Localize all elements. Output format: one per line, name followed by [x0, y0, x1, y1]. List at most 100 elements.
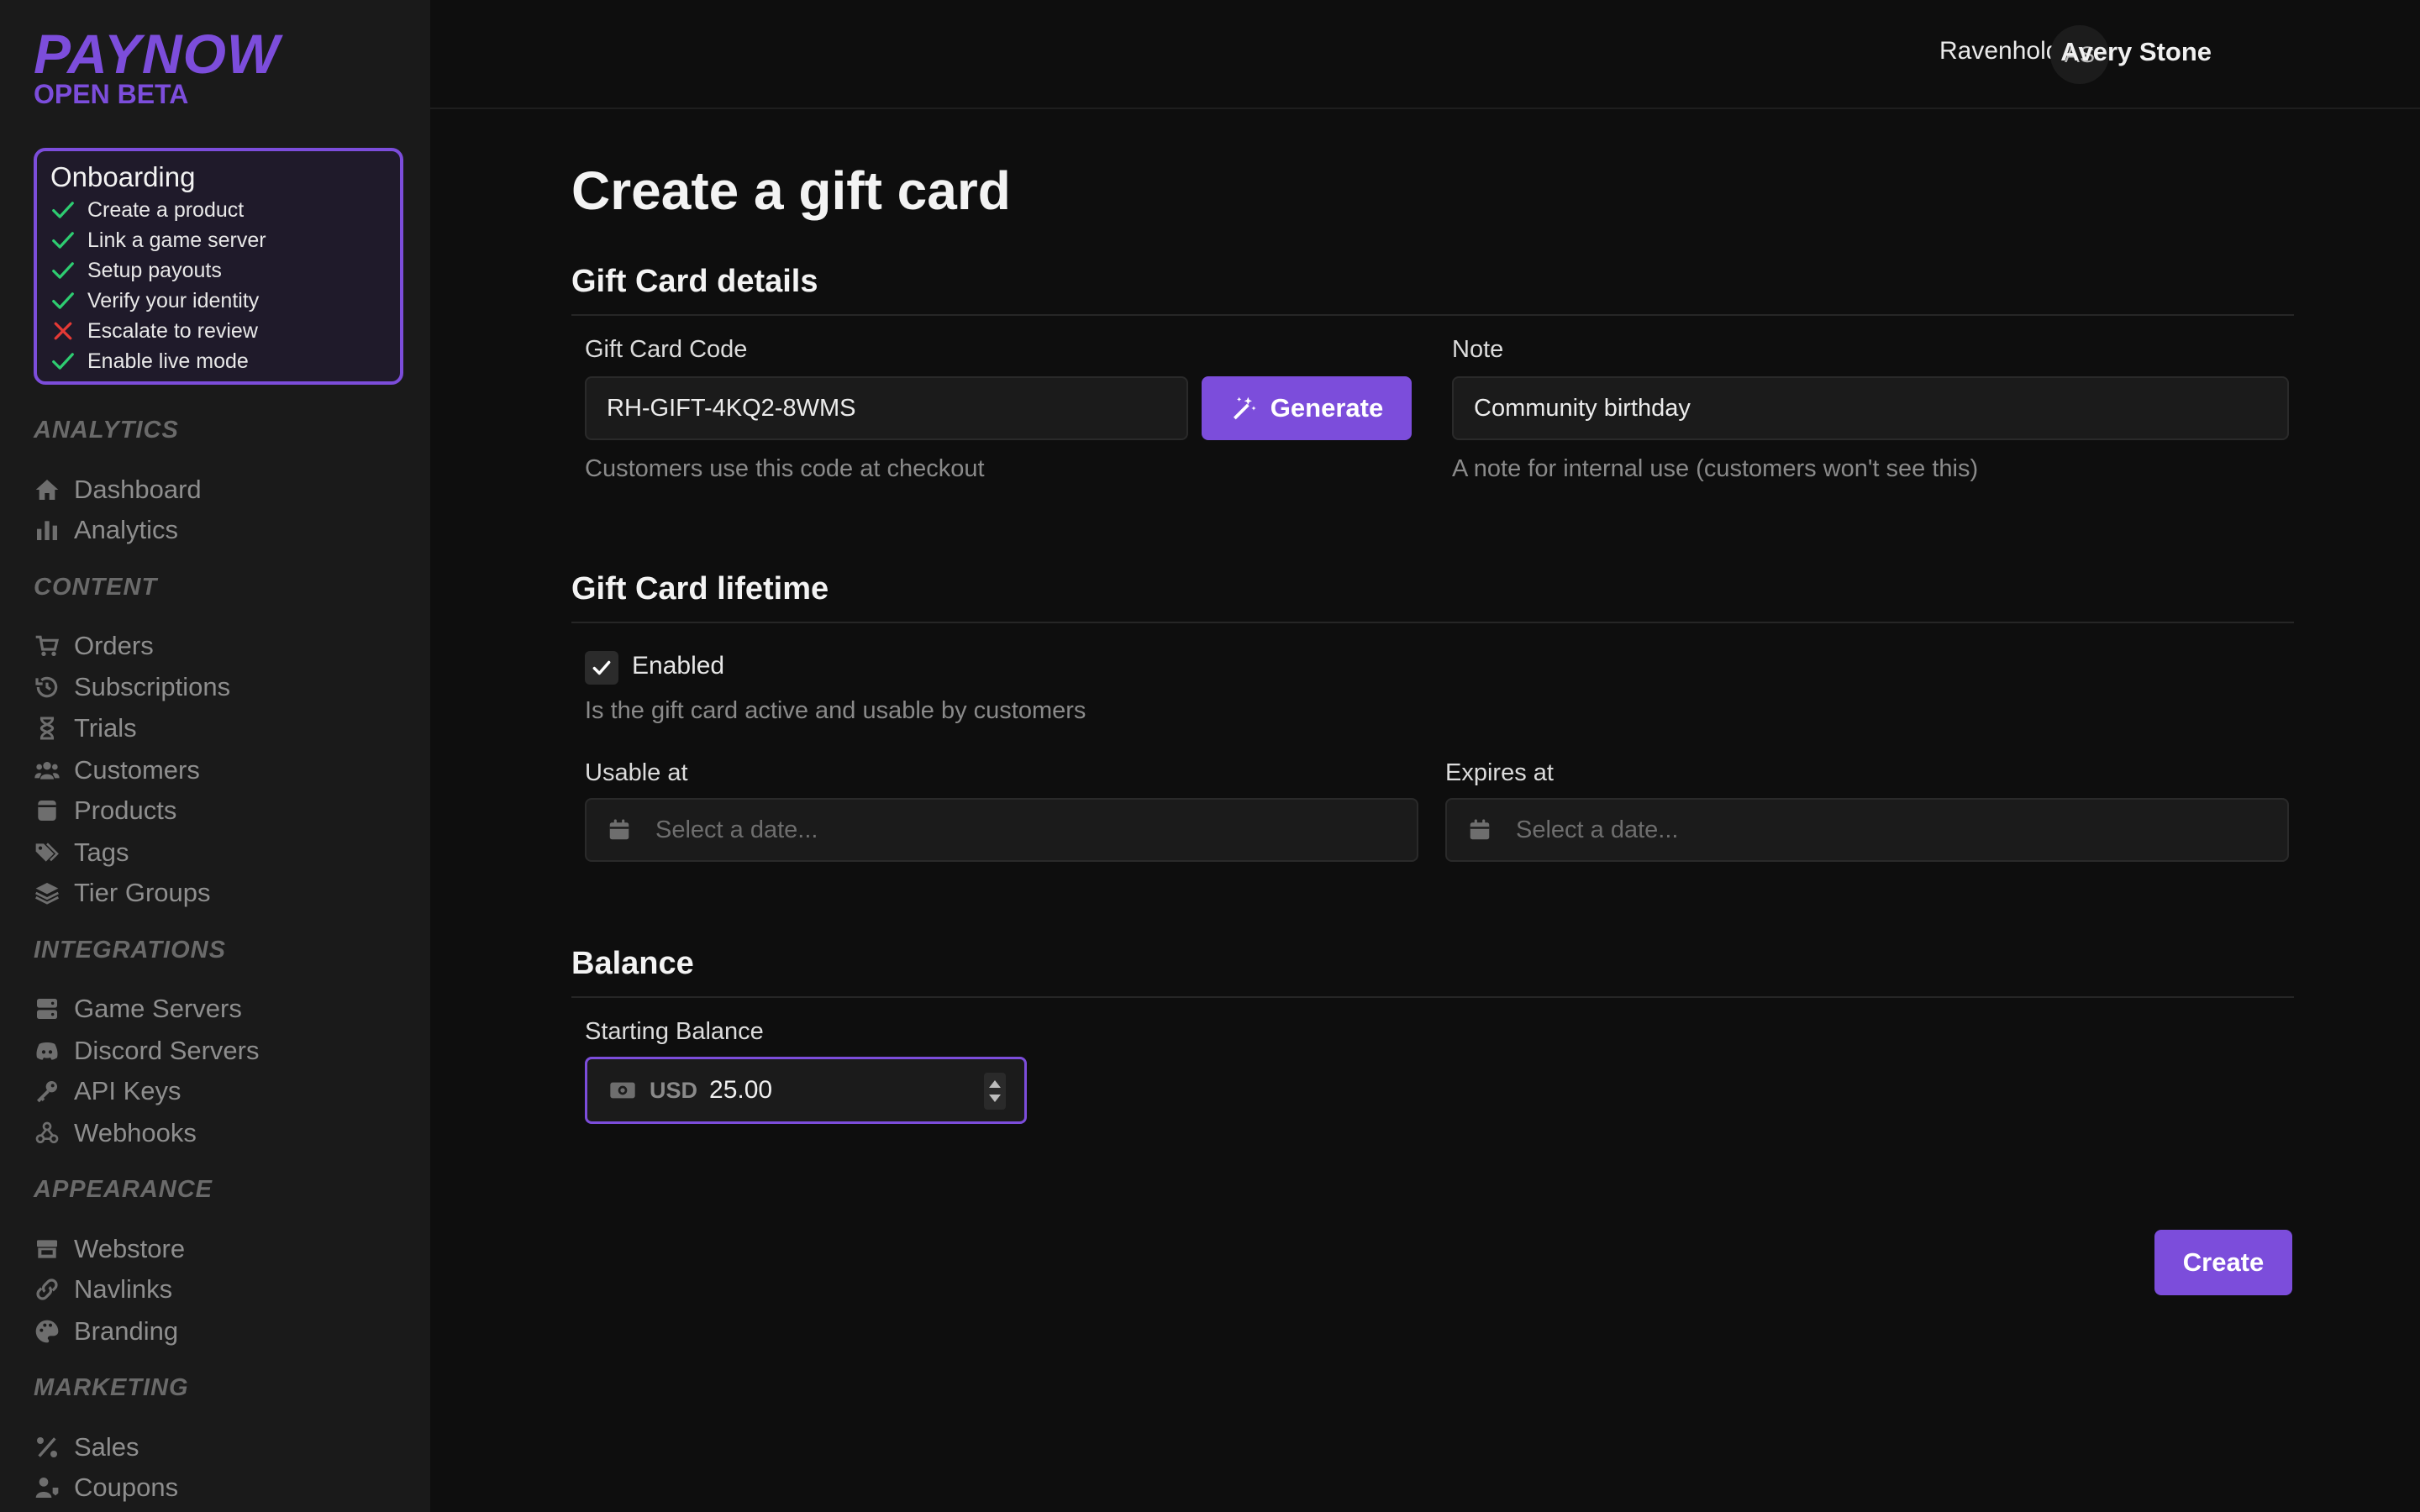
- sidebar-item-subscriptions[interactable]: Subscriptions: [34, 670, 230, 704]
- enabled-checkbox[interactable]: [585, 651, 618, 685]
- note-input[interactable]: Community birthday: [1452, 376, 2289, 440]
- cross-icon: [54, 322, 72, 340]
- box-icon: [38, 801, 56, 821]
- sidebar-item-label: Analytics: [74, 515, 179, 544]
- checkmark-icon: [592, 660, 611, 675]
- link-icon: [36, 1278, 58, 1300]
- layers-icon: [35, 883, 59, 905]
- generate-button-label: Generate: [1270, 393, 1384, 423]
- currency-code: USD: [650, 1077, 698, 1103]
- sidebar-item-label: Subscriptions: [74, 672, 231, 701]
- nav-section-integrations: INTEGRATIONS: [34, 937, 226, 963]
- sidebar-item-label: Products: [74, 795, 177, 825]
- onboarding-item-escalate-review[interactable]: Escalate to review: [50, 316, 387, 346]
- onboarding-item-verify-identity[interactable]: Verify your identity: [50, 286, 387, 316]
- sidebar-item-label: Coupons: [74, 1473, 179, 1502]
- bar-chart-icon: [37, 521, 57, 540]
- onboarding-item-label: Enable live mode: [87, 349, 249, 373]
- usable-at-placeholder: Select a date...: [655, 816, 818, 843]
- onboarding-item-label: Setup payouts: [87, 258, 222, 282]
- expires-at-placeholder: Select a date...: [1516, 816, 1679, 843]
- gift-card-code-input[interactable]: RH-GIFT-4KQ2-8WMS: [585, 376, 1188, 440]
- onboarding-item-link-server[interactable]: Link a game server: [50, 225, 387, 255]
- sidebar-item-webstore[interactable]: Webstore: [34, 1232, 185, 1266]
- store-icon: [37, 1240, 57, 1258]
- note-help: A note for internal use (customers won't…: [1452, 455, 1979, 482]
- percent-icon: [37, 1437, 57, 1457]
- sidebar-item-coupons[interactable]: Coupons: [34, 1471, 178, 1504]
- sidebar-item-analytics[interactable]: Analytics: [34, 513, 178, 547]
- section-title-balance: Balance: [571, 946, 694, 981]
- onboarding-item-label: Verify your identity: [87, 288, 260, 312]
- section-title-details: Gift Card details: [571, 264, 818, 299]
- brand-title: PAYNOW: [34, 23, 281, 85]
- balance-amount: 25.00: [709, 1076, 773, 1104]
- onboarding-item-create-product[interactable]: Create a product: [50, 195, 387, 225]
- enabled-help: Is the gift card active and usable by cu…: [585, 697, 1086, 724]
- starting-balance-input[interactable]: USD 25.00: [585, 1057, 1027, 1124]
- sidebar-item-tags[interactable]: Tags: [34, 836, 129, 869]
- history-icon: [35, 676, 58, 698]
- onboarding-title: Onboarding: [50, 161, 196, 192]
- expires-at-label: Expires at: [1445, 759, 1554, 786]
- sidebar-item-dashboard[interactable]: Dashboard: [34, 473, 202, 507]
- sidebar-item-label: Webhooks: [74, 1118, 197, 1147]
- calendar-icon: [609, 819, 629, 840]
- sidebar-item-label: Branding: [74, 1316, 179, 1346]
- expires-at-datepicker[interactable]: Select a date...: [1445, 798, 2289, 862]
- main-content: Create a gift card Gift Card details Gif…: [430, 109, 2420, 1512]
- sidebar-item-game-servers[interactable]: Game Servers: [34, 992, 242, 1026]
- brand-logo[interactable]: PAYNOW OPEN BETA: [34, 25, 280, 109]
- magic-wand-icon: [1233, 396, 1256, 420]
- note-label: Note: [1452, 336, 1504, 363]
- sidebar-item-label: Orders: [74, 631, 154, 660]
- section-divider: [571, 314, 2294, 316]
- sidebar-item-api-keys[interactable]: API Keys: [34, 1074, 182, 1108]
- usable-at-datepicker[interactable]: Select a date...: [585, 798, 1418, 862]
- nav-section-appearance: APPEARANCE: [34, 1176, 213, 1203]
- check-icon: [52, 292, 74, 309]
- sidebar-item-label: Tags: [74, 837, 129, 867]
- sidebar-item-sales[interactable]: Sales: [34, 1431, 139, 1464]
- page-title: Create a gift card: [571, 160, 1011, 221]
- sidebar-item-label: Discord Servers: [74, 1036, 260, 1065]
- starting-balance-label: Starting Balance: [585, 1018, 764, 1045]
- sidebar-item-discord-servers[interactable]: Discord Servers: [34, 1034, 260, 1068]
- sidebar-item-tier-groups[interactable]: Tier Groups: [34, 876, 211, 910]
- section-title-lifetime: Gift Card lifetime: [571, 571, 829, 606]
- sidebar: PAYNOW OPEN BETA Onboarding Create a pro…: [0, 0, 430, 1512]
- onboarding-item-live-mode[interactable]: Enable live mode: [50, 346, 387, 376]
- amount-stepper[interactable]: [984, 1073, 1006, 1110]
- sidebar-item-orders[interactable]: Orders: [34, 629, 154, 663]
- store-name: Ravenhold: [1939, 37, 2060, 65]
- palette-icon: [35, 1320, 59, 1343]
- enabled-label[interactable]: Enabled: [632, 652, 724, 680]
- onboarding-item-label: Link a game server: [87, 228, 266, 252]
- sidebar-item-branding[interactable]: Branding: [34, 1315, 178, 1348]
- onboarding-item-label: Escalate to review: [87, 318, 258, 343]
- money-bill-icon: [610, 1082, 635, 1099]
- check-icon: [52, 353, 74, 370]
- sidebar-item-label: API Keys: [74, 1076, 182, 1105]
- stepper-arrows-icon: [989, 1080, 1001, 1102]
- key-icon: [37, 1081, 57, 1103]
- sidebar-item-products[interactable]: Products: [34, 794, 176, 827]
- sidebar-item-navlinks[interactable]: Navlinks: [34, 1273, 172, 1306]
- sidebar-item-trials[interactable]: Trials: [34, 711, 137, 745]
- nav-section-content: CONTENT: [34, 574, 158, 601]
- check-icon: [52, 232, 74, 249]
- generate-button[interactable]: Generate: [1202, 376, 1412, 440]
- user-name[interactable]: Avery Stone: [2060, 37, 2212, 67]
- users-icon: [34, 762, 60, 780]
- top-bar: Ravenhold AS Avery Stone: [430, 0, 2420, 109]
- create-button[interactable]: Create: [2154, 1230, 2292, 1295]
- sidebar-item-webhooks[interactable]: Webhooks: [34, 1116, 197, 1150]
- sidebar-item-customers[interactable]: Customers: [34, 753, 200, 787]
- sidebar-item-label: Trials: [74, 713, 137, 743]
- sidebar-item-label: Customers: [74, 755, 200, 785]
- onboarding-item-setup-payouts[interactable]: Setup payouts: [50, 255, 387, 286]
- onboarding-item-label: Create a product: [87, 197, 245, 222]
- sidebar-item-label: Navlinks: [74, 1274, 173, 1304]
- nav-section-marketing: MARKETING: [34, 1374, 189, 1401]
- webhook-icon: [35, 1121, 59, 1143]
